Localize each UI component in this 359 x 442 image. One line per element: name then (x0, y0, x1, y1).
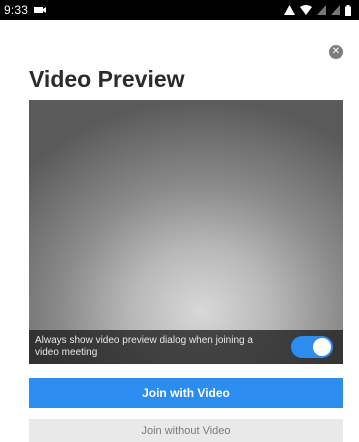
video-preview: Always show video preview dialog when jo… (29, 100, 343, 364)
wifi-icon (300, 5, 312, 15)
close-icon[interactable]: ✕ (329, 45, 343, 59)
status-right (284, 4, 351, 16)
always-show-preview-toggle[interactable] (291, 336, 333, 358)
signal-icon (331, 5, 340, 15)
status-left: 9:33 (4, 3, 47, 17)
dialog-title: Video Preview (29, 66, 185, 92)
join-without-video-button[interactable]: Join without Video (29, 419, 343, 442)
status-time: 9:33 (4, 3, 29, 17)
always-show-preview-label: Always show video preview dialog when jo… (35, 335, 253, 358)
status-bar: 9:33 (0, 0, 359, 20)
battery-icon (345, 4, 351, 16)
alert-icon (284, 5, 295, 15)
signal-icon (317, 5, 326, 15)
notification-icon (34, 6, 47, 14)
preview-settings-bar: Always show video preview dialog when jo… (29, 330, 343, 364)
join-with-video-button[interactable]: Join with Video (29, 378, 343, 408)
toggle-knob (313, 338, 331, 356)
